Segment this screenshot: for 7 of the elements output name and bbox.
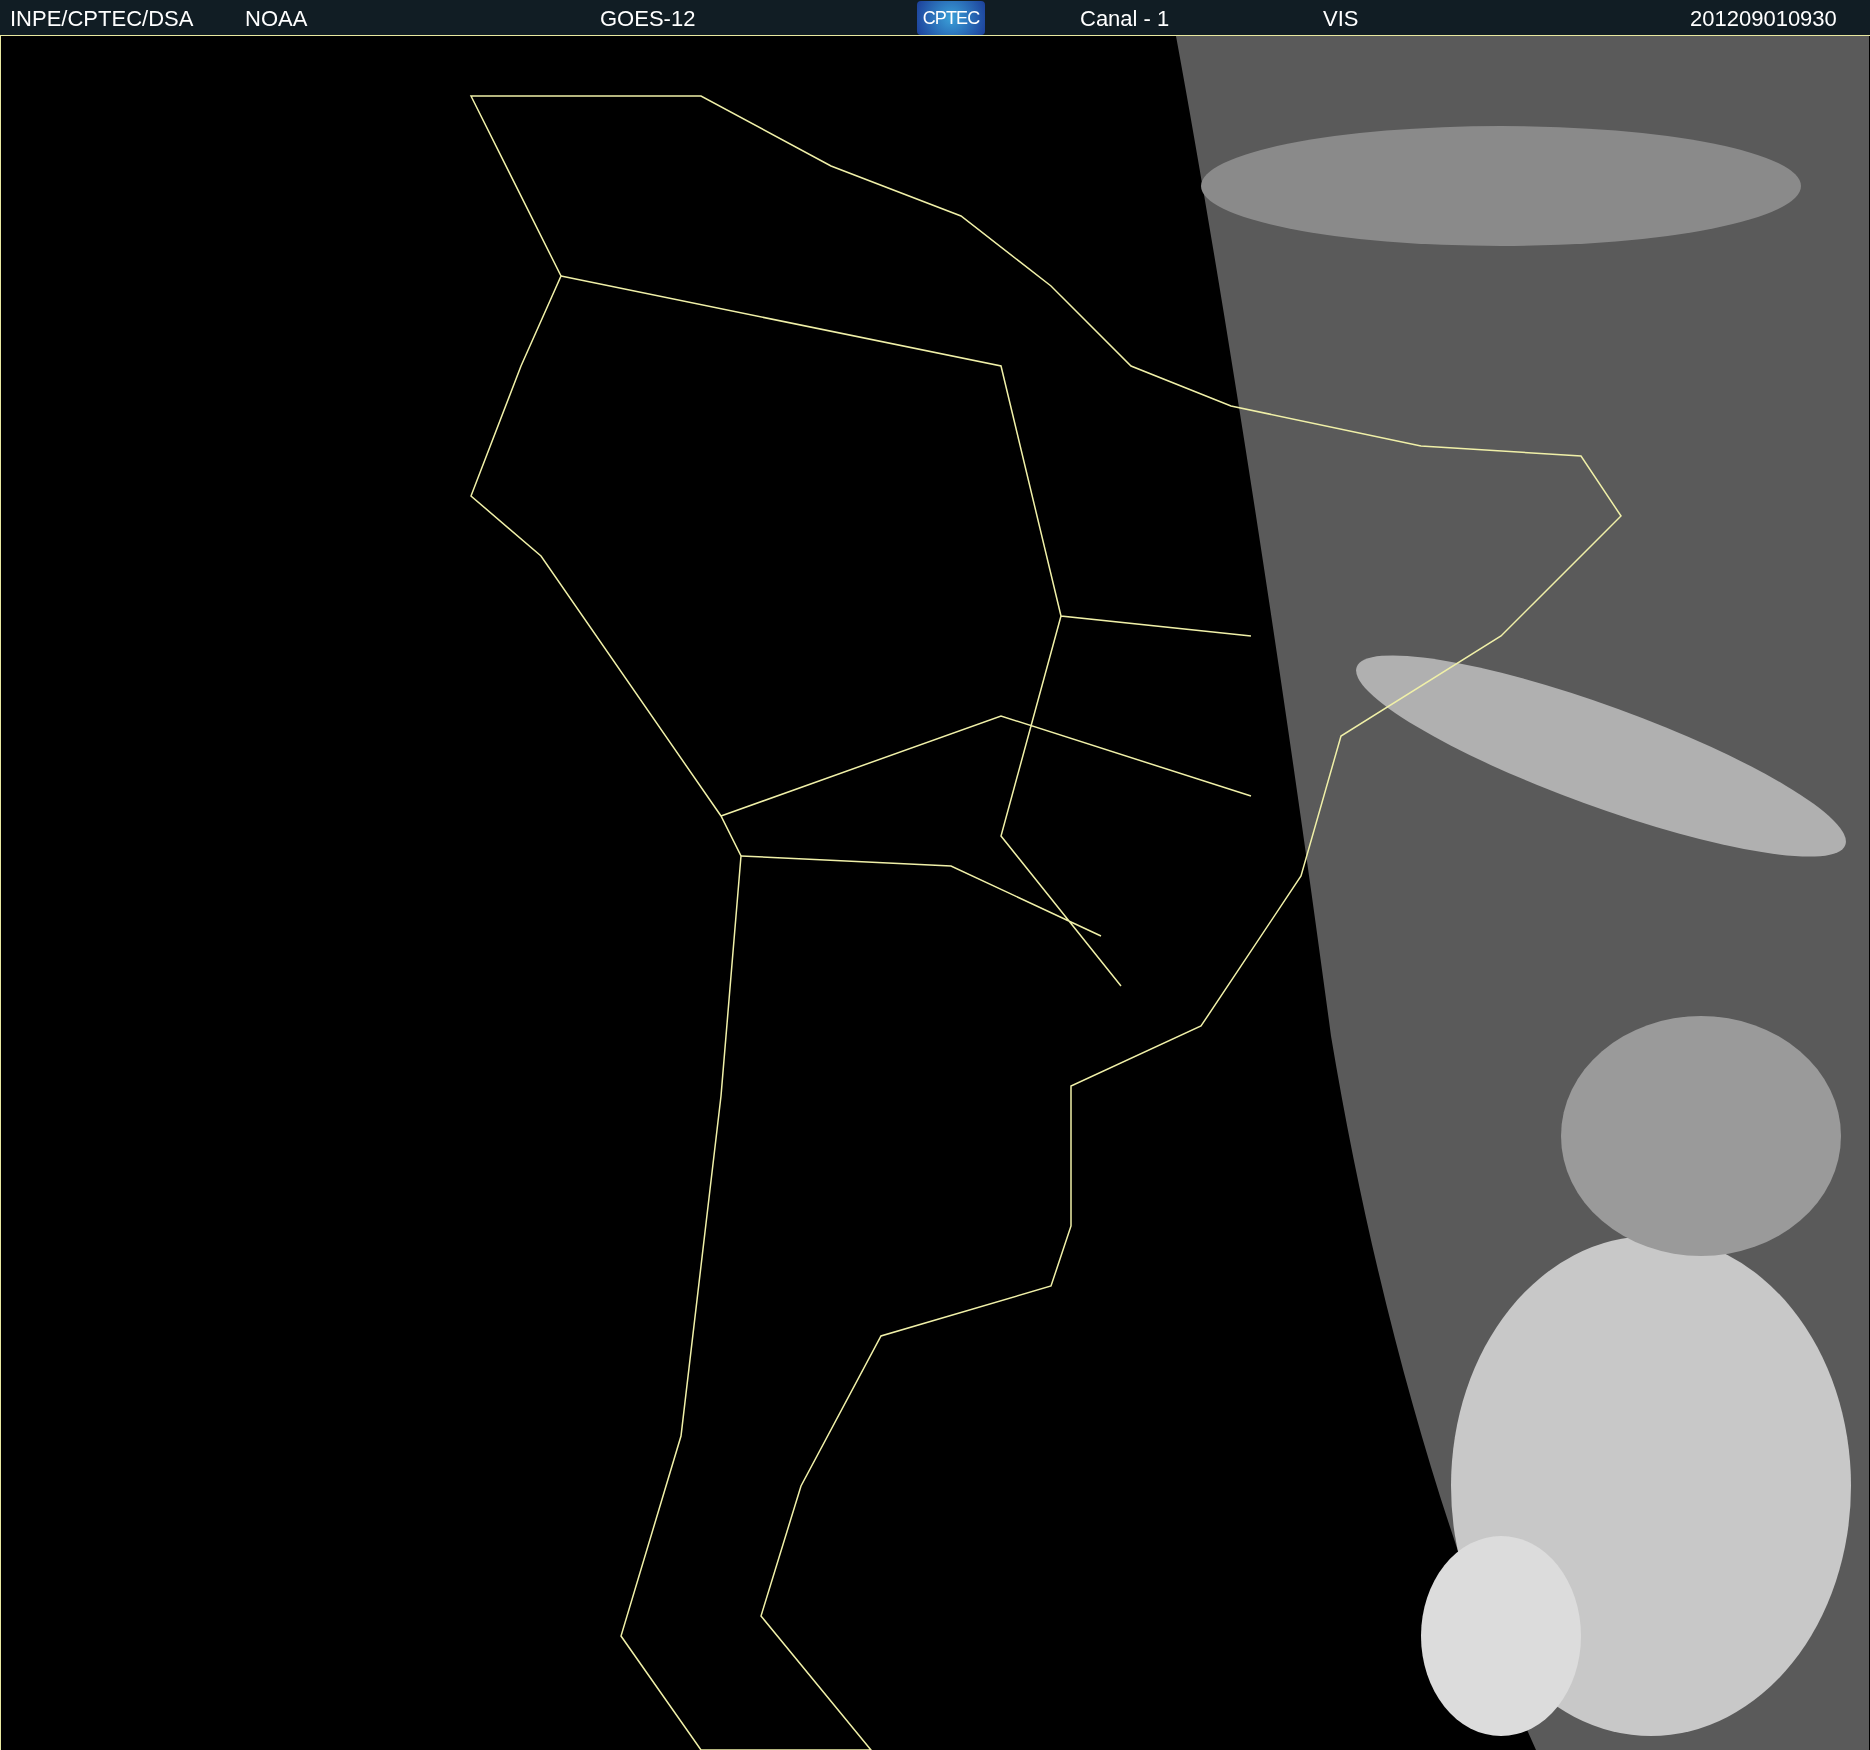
institution-label: INPE/CPTEC/DSA [10, 4, 194, 33]
channel-label: Canal - 1 [1080, 4, 1170, 33]
timestamp-label: 201209010930 [1690, 4, 1837, 33]
agency-label: NOAA [245, 4, 308, 33]
band-label: VIS [1323, 4, 1359, 33]
logo: CPTEC [917, 1, 985, 35]
satellite-label: GOES-12 [600, 4, 696, 33]
